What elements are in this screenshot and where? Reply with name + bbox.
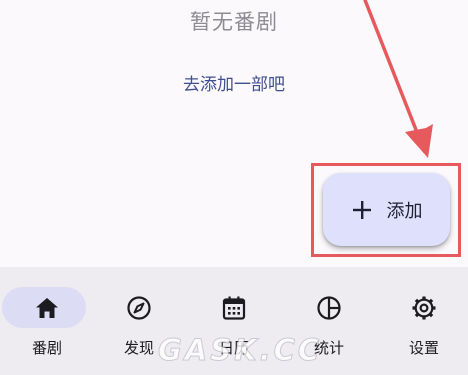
nav-label-stats: 统计 — [313, 339, 344, 357]
nav-label-settings: 设置 — [408, 339, 439, 357]
calendar-icon — [222, 296, 246, 320]
pie-chart-icon — [317, 296, 341, 320]
nav-item-calendar[interactable]: 日历 — [187, 267, 281, 375]
gear-icon — [412, 296, 436, 320]
nav-item-settings[interactable]: 设置 — [377, 267, 468, 375]
bottom-navigation: 番剧 发现 日历 统计 设置 — [0, 267, 468, 375]
nav-label-discover: 发现 — [123, 339, 154, 357]
add-first-show-link[interactable]: 去添加一部吧 — [0, 70, 468, 95]
add-button-label: 添加 — [386, 200, 423, 222]
add-button[interactable]: 添加 — [323, 173, 450, 246]
nav-label-calendar: 日历 — [218, 339, 249, 357]
nav-label-anime: 番剧 — [31, 339, 62, 357]
plus-icon — [352, 200, 371, 219]
home-icon — [36, 298, 58, 318]
nav-item-anime[interactable]: 番剧 — [0, 267, 94, 375]
nav-item-discover[interactable]: 发现 — [92, 267, 186, 375]
nav-item-stats[interactable]: 统计 — [282, 267, 376, 375]
compass-icon — [127, 296, 151, 320]
empty-state-title: 暂无番剧 — [190, 10, 278, 34]
